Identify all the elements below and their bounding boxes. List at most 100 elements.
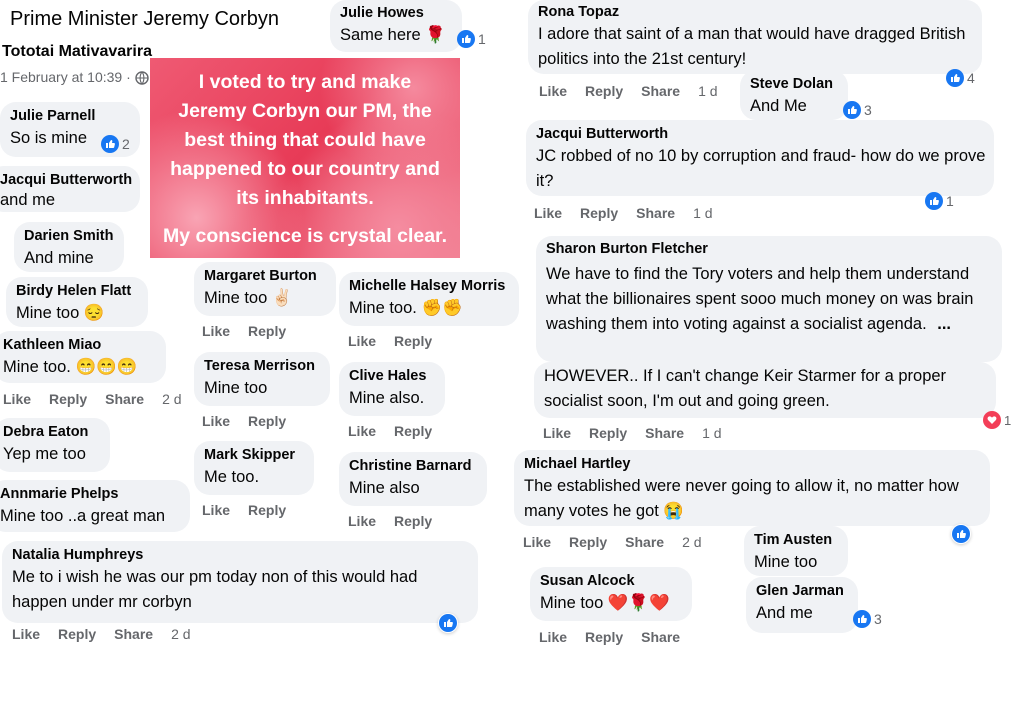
commenter-name[interactable]: Jacqui Butterworth	[536, 125, 984, 144]
commenter-name[interactable]: Glen Jarman	[756, 582, 848, 601]
reply-link[interactable]: Reply	[569, 534, 607, 550]
commenter-name[interactable]: Julie Howes	[340, 4, 452, 23]
like-link[interactable]: Like	[348, 513, 376, 529]
commenter-name[interactable]: Michelle Halsey Morris	[349, 277, 509, 296]
commenter-name[interactable]: Birdy Helen Flatt	[16, 282, 138, 301]
commenter-name[interactable]: Jacqui Butterworth	[0, 171, 132, 190]
reaction-count[interactable]: 1	[982, 410, 1014, 430]
reaction-count[interactable]: 1	[924, 191, 957, 211]
comment-text: Me to i wish he was our pm today non of …	[12, 568, 418, 611]
like-link[interactable]: Like	[12, 626, 40, 642]
like-link[interactable]: Like	[539, 83, 567, 99]
commenter-name[interactable]: Steve Dolan	[750, 75, 838, 94]
comment-text: Mine too 😔	[16, 304, 105, 322]
comment-text: Mine too. ✊✊	[349, 299, 463, 317]
reply-link[interactable]: Reply	[585, 83, 623, 99]
reply-link[interactable]: Reply	[394, 423, 432, 439]
reply-link[interactable]: Reply	[58, 626, 96, 642]
like-reaction-icon	[843, 101, 861, 119]
like-link[interactable]: Like	[543, 425, 571, 441]
comment-time[interactable]: 2 d	[682, 534, 701, 550]
commenter-name[interactable]: Mark Skipper	[204, 446, 304, 465]
like-link[interactable]: Like	[202, 323, 230, 339]
comment-text: Mine too	[754, 553, 818, 571]
commenter-name[interactable]: Susan Alcock	[540, 572, 682, 591]
comment-actions: Like Reply	[202, 323, 304, 339]
share-link[interactable]: Share	[645, 425, 684, 441]
comment-time[interactable]: 1 d	[702, 425, 721, 441]
reply-link[interactable]: Reply	[49, 391, 87, 407]
comment-glen-jarman: Glen Jarman And me	[746, 577, 858, 633]
commenter-name[interactable]: Clive Hales	[349, 367, 435, 386]
commenter-name[interactable]: Julie Parnell	[10, 107, 130, 126]
reply-link[interactable]: Reply	[248, 502, 286, 518]
reaction-number: 4	[967, 70, 975, 86]
commenter-name[interactable]: Sharon Burton Fletcher	[546, 240, 992, 259]
commenter-name[interactable]: Annmarie Phelps	[0, 485, 180, 504]
commenter-name[interactable]: Christine Barnard	[349, 457, 477, 476]
like-link[interactable]: Like	[539, 629, 567, 645]
reply-link[interactable]: Reply	[589, 425, 627, 441]
comment-sharon-continuation: HOWEVER.. If I can't change Keir Starmer…	[534, 362, 996, 418]
reply-link[interactable]: Reply	[585, 629, 623, 645]
like-reaction-icon	[925, 192, 943, 210]
reply-link[interactable]: Reply	[248, 413, 286, 429]
share-link[interactable]: Share	[636, 205, 675, 221]
comment-actions: Like Reply Share 2 d	[523, 534, 720, 550]
commenter-name[interactable]: Debra Eaton	[3, 423, 100, 442]
comment-jacqui-butterworth-left: Jacqui Butterworth and me	[0, 166, 140, 212]
commenter-name[interactable]: Margaret Burton	[204, 267, 326, 286]
like-link[interactable]: Like	[534, 205, 562, 221]
comment-julie-howes: Julie Howes Same here 🌹	[330, 0, 462, 52]
like-link[interactable]: Like	[202, 413, 230, 429]
reaction-count[interactable]: 1	[456, 29, 489, 49]
commenter-name[interactable]: Rona Topaz	[538, 3, 972, 22]
reaction-count[interactable]: 3	[852, 609, 885, 629]
share-link[interactable]: Share	[625, 534, 664, 550]
commenter-name[interactable]: Darien Smith	[24, 227, 114, 246]
comment-time[interactable]: 2 d	[171, 626, 190, 642]
reply-link[interactable]: Reply	[394, 333, 432, 349]
comment-time[interactable]: 2 d	[162, 391, 181, 407]
reaction-count[interactable]: 3	[842, 100, 875, 120]
share-link[interactable]: Share	[105, 391, 144, 407]
comment-teresa-merrison: Teresa Merrison Mine too	[194, 352, 330, 406]
comment-text: And me	[756, 604, 813, 622]
reply-link[interactable]: Reply	[394, 513, 432, 529]
comment-text: Me too.	[204, 468, 260, 486]
share-link[interactable]: Share	[114, 626, 153, 642]
reaction-count[interactable]: 2	[100, 134, 133, 154]
post-author[interactable]: Tototai Mativavarira	[2, 43, 152, 61]
post-timestamp[interactable]: 1 February at 10:39 ·	[0, 69, 149, 88]
comment-time[interactable]: 1 d	[698, 83, 717, 99]
like-link[interactable]: Like	[348, 423, 376, 439]
like-link[interactable]: Like	[523, 534, 551, 550]
commenter-name[interactable]: Teresa Merrison	[204, 357, 320, 376]
comment-text: Mine also.	[349, 389, 425, 407]
page-title[interactable]: Prime Minister Jeremy Corbyn	[10, 7, 279, 31]
share-link[interactable]: Share	[641, 83, 680, 99]
comment-actions: Like Reply Share 1 d	[534, 205, 731, 221]
post-image[interactable]: I voted to try and make Jeremy Corbyn ou…	[150, 58, 460, 258]
reaction-badge[interactable]	[438, 613, 458, 633]
reply-link[interactable]: Reply	[248, 323, 286, 339]
reaction-number: 2	[122, 136, 130, 152]
comment-time[interactable]: 1 d	[693, 205, 712, 221]
see-more-link[interactable]: ...	[937, 315, 951, 333]
comment-birdy-helen-flatt: Birdy Helen Flatt Mine too 😔	[6, 277, 148, 327]
reaction-count[interactable]: 4	[945, 68, 978, 88]
like-link[interactable]: Like	[348, 333, 376, 349]
reply-link[interactable]: Reply	[580, 205, 618, 221]
commenter-name[interactable]: Natalia Humphreys	[12, 546, 468, 565]
comment-actions: Like Reply	[348, 423, 450, 439]
commenter-name[interactable]: Michael Hartley	[524, 455, 980, 474]
comment-text: Mine too ❤️🌹❤️	[540, 594, 670, 612]
comment-kathleen-miao: Kathleen Miao Mine too. 😁😁😁	[0, 331, 166, 383]
poster-line-2: Jeremy Corbyn our PM, the	[178, 100, 432, 122]
commenter-name[interactable]: Tim Austen	[754, 531, 838, 550]
share-link[interactable]: Share	[641, 629, 680, 645]
like-link[interactable]: Like	[202, 502, 230, 518]
like-link[interactable]: Like	[3, 391, 31, 407]
reaction-badge[interactable]	[951, 524, 971, 544]
commenter-name[interactable]: Kathleen Miao	[3, 336, 156, 355]
